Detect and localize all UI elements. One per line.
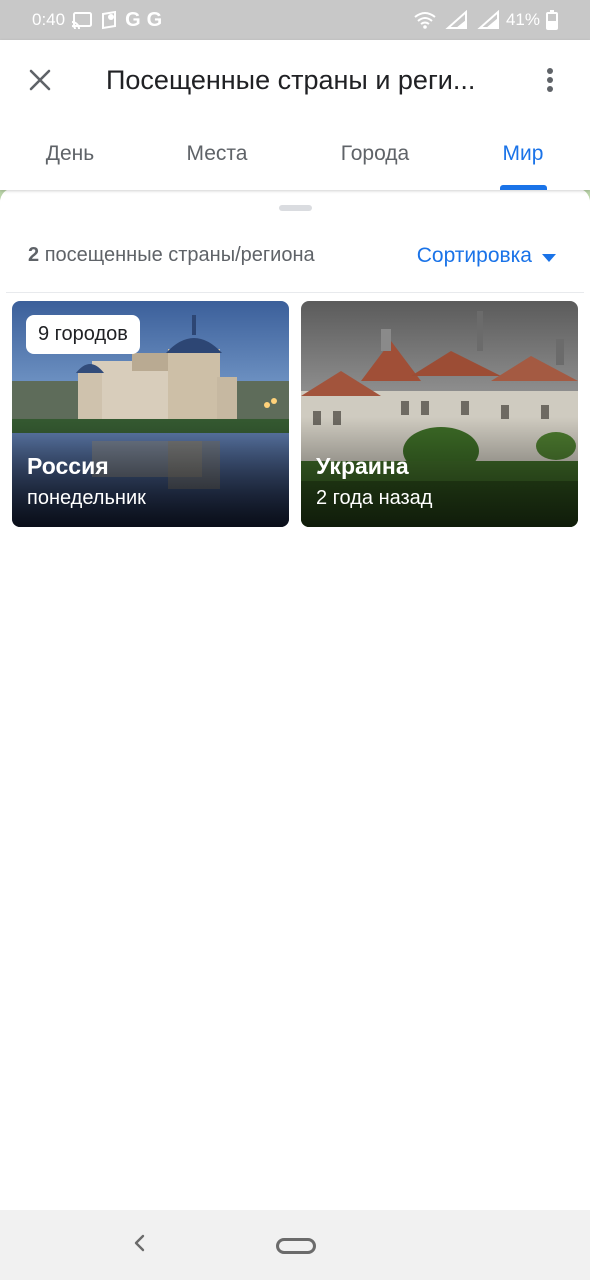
visited-count: 2 [28,244,40,266]
home-pill-button[interactable] [276,1238,316,1254]
tab-world[interactable]: Мир [486,132,560,190]
app-bar: Посещенные страны и реги... День Места Г… [0,40,590,190]
battery-icon [546,10,558,30]
back-button[interactable] [126,1232,152,1258]
wifi-icon [414,11,436,29]
visit-date: понедельник [27,487,146,509]
cast-icon [71,11,93,29]
visit-date: 2 года назад [316,487,433,509]
divider [6,292,584,293]
back-chevron-icon [133,1234,145,1257]
signal-icon [442,10,468,30]
country-card-ukraine[interactable]: Украина 2 года назад [301,301,578,527]
status-bar: 0:40 G G 41% [0,0,590,40]
google-g-icon: G [125,8,141,31]
tab-places[interactable]: Места [166,132,268,190]
google-g-icon: G [146,8,163,31]
battery-percent: 41% [505,10,540,29]
page-title: Посещенные страны и реги... [106,65,476,95]
tab-bar: День Места Города Мир [0,132,590,190]
dropdown-arrow-icon [542,244,556,268]
close-icon [29,69,51,96]
tab-cities[interactable]: Города [320,132,430,190]
sort-label: Сортировка [416,244,532,267]
cities-count-chip: 9 городов [26,315,140,354]
close-button[interactable] [18,60,62,104]
countries-sheet: 2 посещенные страны/региона Сортировка 9… [0,188,590,1210]
country-name: Украина [316,453,409,479]
tab-day[interactable]: День [20,132,120,190]
location-icon [99,10,119,30]
more-options-button[interactable] [530,60,570,104]
country-name: Россия [27,453,109,479]
clock: 0:40 [32,10,66,29]
more-vert-icon [546,67,554,98]
visited-summary-text: посещенные страны/региона [44,244,315,266]
signal-icon [474,10,500,30]
system-nav-bar [0,1210,590,1280]
drag-handle[interactable] [279,205,312,211]
sort-button[interactable]: Сортировка [417,244,556,268]
active-tab-indicator [500,185,547,190]
country-card-russia[interactable]: 9 городов Россия понедельник [12,301,289,527]
visited-summary: 2 посещенные страны/региона [28,244,315,267]
